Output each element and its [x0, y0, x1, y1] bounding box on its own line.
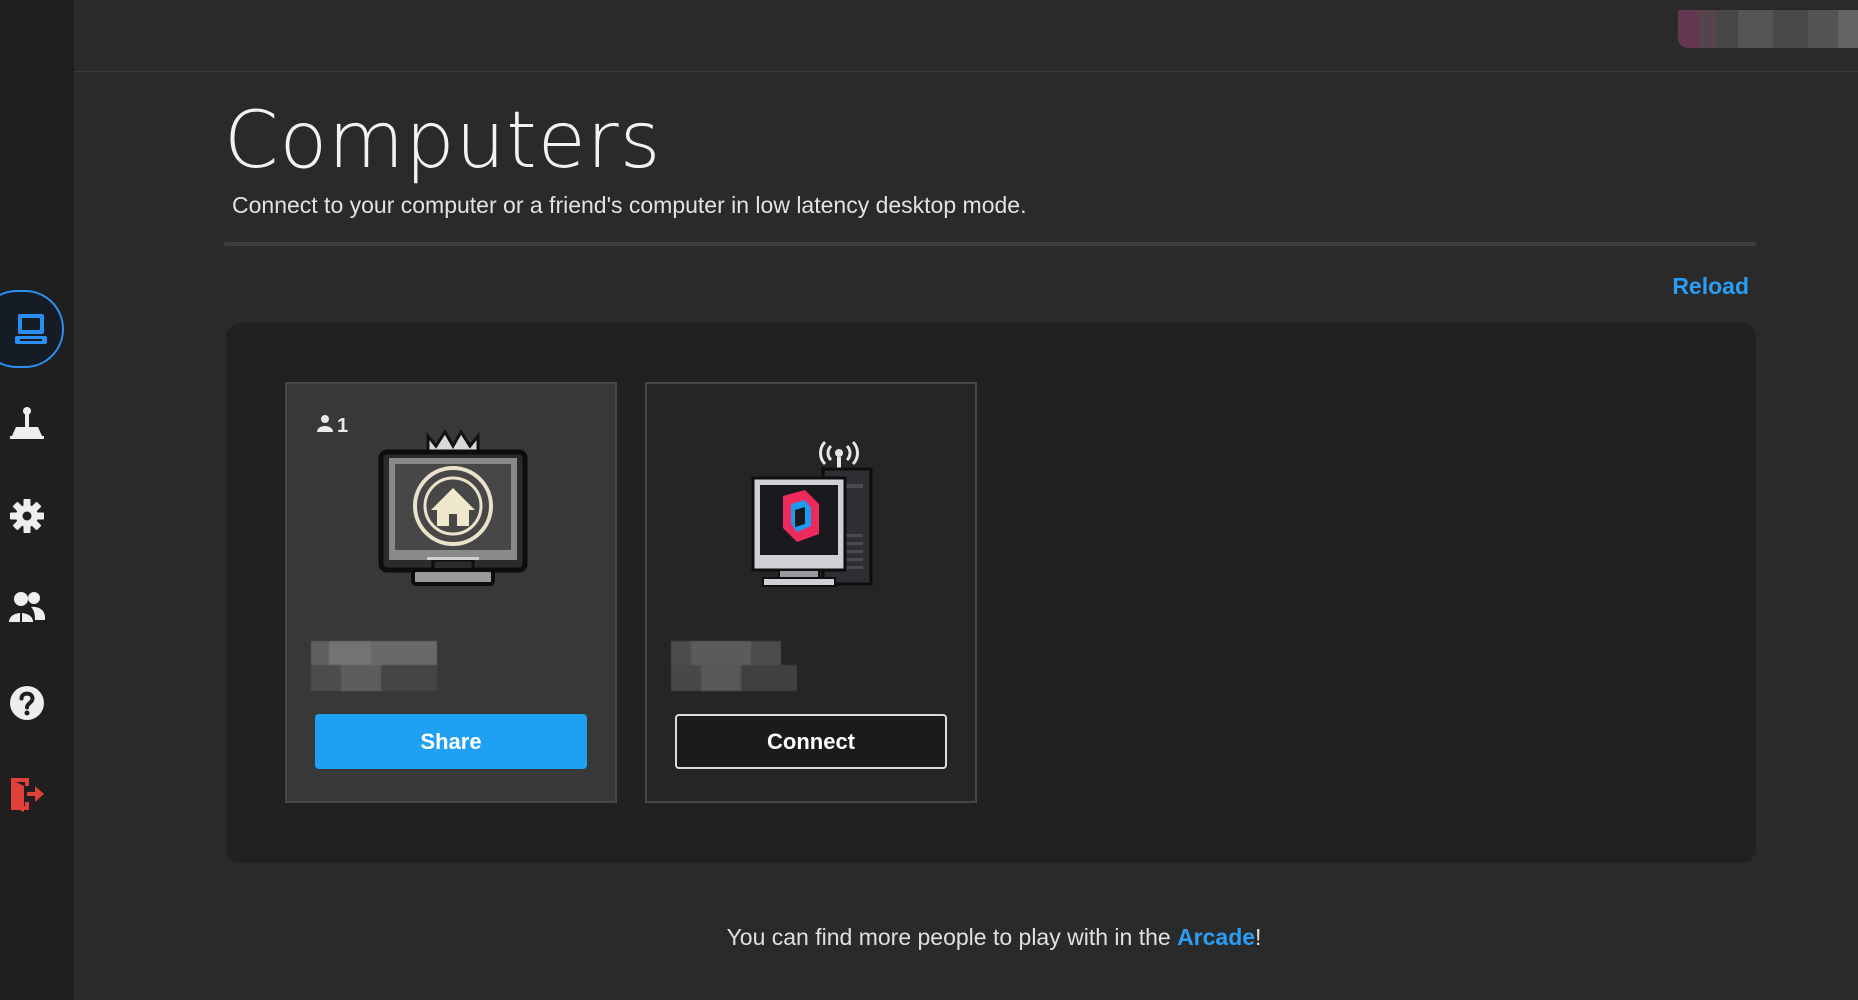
arcade-link[interactable]: Arcade — [1177, 924, 1255, 950]
sidebar-item-settings[interactable] — [0, 489, 54, 543]
computer-card-local: 1 Share — [285, 382, 617, 803]
share-button[interactable]: Share — [315, 714, 587, 769]
app-window: Computers Connect to your computer or a … — [0, 0, 1858, 1000]
sidebar-item-friends[interactable] — [0, 580, 54, 634]
connect-button[interactable]: Connect — [675, 714, 947, 769]
gear-icon — [8, 497, 46, 535]
sidebar-item-computers[interactable] — [0, 290, 64, 368]
sidebar-item-help[interactable] — [0, 676, 54, 730]
joystick-icon — [8, 403, 46, 441]
footer-message: You can find more people to play with in… — [0, 924, 1858, 951]
home-monitor-icon — [373, 424, 533, 594]
users-icon — [7, 588, 47, 626]
computer-icon — [12, 310, 50, 348]
footer-prefix: You can find more people to play with in… — [726, 924, 1178, 950]
help-icon — [8, 684, 46, 722]
page-subtitle: Connect to your computer or a friend's c… — [232, 192, 1027, 218]
header-divider — [224, 242, 1756, 246]
parsec-computer-icon — [733, 424, 893, 594]
footer-suffix: ! — [1255, 924, 1262, 950]
computer-name-redacted — [311, 641, 437, 691]
top-bar — [74, 0, 1858, 72]
logout-icon — [7, 774, 47, 814]
user-avatar[interactable] — [1678, 10, 1858, 48]
user-count-value: 1 — [337, 414, 349, 437]
user-count: 1 — [317, 414, 348, 438]
sidebar — [0, 0, 74, 1000]
person-icon — [317, 414, 333, 438]
page-title: Computers — [224, 96, 662, 186]
reload-button[interactable]: Reload — [1672, 273, 1749, 300]
computer-name-redacted — [671, 641, 797, 691]
sidebar-item-arcade[interactable] — [0, 395, 54, 449]
computer-card-remote: Connect — [645, 382, 977, 803]
sidebar-item-logout[interactable] — [0, 767, 54, 821]
